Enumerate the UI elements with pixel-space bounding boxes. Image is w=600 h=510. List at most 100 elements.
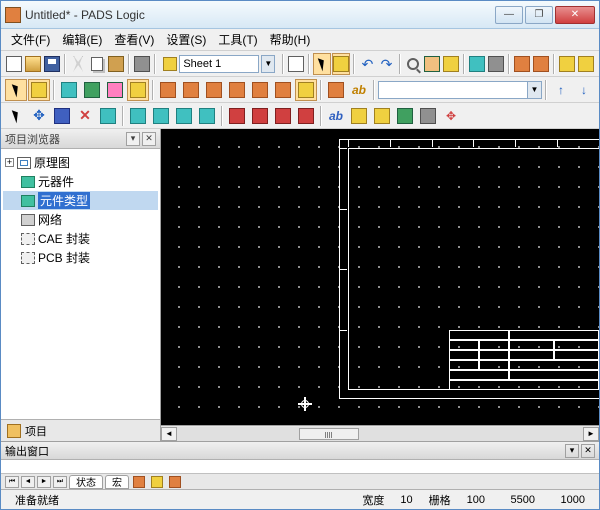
edit-button[interactable] (97, 105, 119, 127)
add-pin-button[interactable] (104, 79, 126, 101)
save-button[interactable] (43, 53, 61, 75)
output-menu-button[interactable]: ▾ (565, 444, 579, 458)
output-tool2-icon[interactable] (151, 476, 163, 488)
scroll-right-button[interactable]: ► (583, 427, 599, 441)
menu-tools[interactable]: 工具(T) (212, 29, 263, 50)
zoom-button[interactable] (404, 53, 422, 75)
check-button[interactable] (371, 105, 393, 127)
tab-nav-first[interactable]: ⏮ (5, 476, 19, 488)
scroll-thumb[interactable] (299, 428, 359, 440)
highlight-tool-button[interactable] (332, 53, 350, 75)
swap-button[interactable] (348, 105, 370, 127)
sidebar-tab-project[interactable]: 项目 (1, 419, 160, 441)
refresh-button[interactable] (394, 105, 416, 127)
open-button[interactable] (24, 53, 42, 75)
object-dropdown-button[interactable]: ▼ (527, 82, 541, 98)
scroll-left-button[interactable]: ◄ (161, 427, 177, 441)
filter-button[interactable] (28, 79, 50, 101)
tree-item-0[interactable]: +原理图 (3, 153, 158, 172)
menu-file[interactable]: 文件(F) (5, 29, 56, 50)
sheet-dropdown-button[interactable]: ▼ (261, 55, 275, 73)
output-body[interactable] (1, 460, 599, 473)
export-button[interactable] (558, 53, 576, 75)
tree-item-icon (21, 252, 35, 264)
properties-button[interactable] (287, 53, 305, 75)
duplicate-button[interactable] (51, 105, 73, 127)
maximize-button[interactable]: ❐ (525, 6, 553, 24)
add-connector-button[interactable] (81, 79, 103, 101)
print-button[interactable] (133, 53, 151, 75)
net-edit1-button[interactable] (226, 105, 248, 127)
output-tab-macro[interactable]: 宏 (105, 475, 129, 489)
report-button[interactable] (487, 53, 505, 75)
library-button[interactable] (468, 53, 486, 75)
tree-item-4[interactable]: CAE 封装 (3, 229, 158, 248)
tab-nav-last[interactable]: ⏭ (53, 476, 67, 488)
comp-edit2-button[interactable] (150, 105, 172, 127)
output-close-button[interactable]: ✕ (581, 444, 595, 458)
tree-item-2[interactable]: 元件类型 (3, 191, 158, 210)
tree-item-5[interactable]: PCB 封装 (3, 248, 158, 267)
tree-expander[interactable]: + (5, 158, 14, 167)
copy-button[interactable] (88, 53, 106, 75)
panel-menu-button[interactable]: ▾ (126, 132, 140, 146)
tab-nav-prev[interactable]: ◄ (21, 476, 35, 488)
ruler-button[interactable] (442, 53, 460, 75)
output-tab-status[interactable]: 状态 (69, 475, 103, 489)
menu-help[interactable]: 帮助(H) (264, 29, 317, 50)
new-button[interactable] (5, 53, 23, 75)
tree-item-1[interactable]: 元器件 (3, 172, 158, 191)
offpage-button[interactable] (295, 79, 317, 101)
menu-view[interactable]: 查看(V) (108, 29, 160, 50)
net-edit3-button[interactable] (272, 105, 294, 127)
arrow-button[interactable] (5, 105, 27, 127)
board-button[interactable] (513, 53, 531, 75)
net-edit2-button[interactable] (249, 105, 271, 127)
scroll-track[interactable] (177, 427, 583, 441)
menu-settings[interactable]: 设置(S) (160, 29, 212, 50)
line-button[interactable] (325, 79, 347, 101)
comp-edit1-button[interactable] (127, 105, 149, 127)
tab-nav-next[interactable]: ► (37, 476, 51, 488)
add-part-button[interactable] (58, 79, 80, 101)
close-button[interactable]: ✕ (555, 6, 595, 24)
nav-up-button[interactable]: ↑ (550, 79, 572, 101)
center-button[interactable]: ✥ (440, 105, 462, 127)
import-button[interactable] (577, 53, 595, 75)
power-button[interactable] (272, 79, 294, 101)
panel-close-button[interactable]: ✕ (142, 132, 156, 146)
select-tool-button[interactable] (313, 53, 331, 75)
tree-item-3[interactable]: 网络 (3, 210, 158, 229)
eraser-button[interactable] (423, 53, 441, 75)
output-tool3-icon[interactable] (169, 476, 181, 488)
pointer-tool-button[interactable] (5, 79, 27, 101)
settings-button[interactable] (417, 105, 439, 127)
ground-button[interactable] (249, 79, 271, 101)
sheet-input[interactable] (179, 55, 259, 73)
net-edit4-button[interactable] (295, 105, 317, 127)
cut-button[interactable] (69, 53, 87, 75)
paste-button[interactable] (107, 53, 125, 75)
object-combo[interactable]: ▼ (378, 81, 542, 99)
text-button[interactable]: ab (348, 79, 370, 101)
netlist-button[interactable] (532, 53, 550, 75)
wire-button[interactable] (157, 79, 179, 101)
project-tree[interactable]: +原理图元器件元件类型网络CAE 封装PCB 封装 (1, 149, 160, 419)
comp-edit3-button[interactable] (173, 105, 195, 127)
attr-button[interactable]: ab (325, 105, 347, 127)
nav-down-button[interactable]: ↓ (573, 79, 595, 101)
delete-button[interactable]: ✕ (74, 105, 96, 127)
menu-edit[interactable]: 编辑(E) (56, 29, 108, 50)
sheet-button[interactable] (127, 79, 149, 101)
redo-button[interactable]: ↷ (378, 53, 396, 75)
output-tool1-icon[interactable] (133, 476, 145, 488)
minimize-button[interactable]: — (495, 6, 523, 24)
undo-button[interactable]: ↶ (358, 53, 376, 75)
center-cross-icon: ✥ (446, 109, 456, 123)
junction-button[interactable] (203, 79, 225, 101)
schematic-canvas[interactable] (161, 129, 599, 425)
move-button[interactable]: ✥ (28, 105, 50, 127)
port-button[interactable] (226, 79, 248, 101)
comp-edit4-button[interactable] (196, 105, 218, 127)
bus-button[interactable] (180, 79, 202, 101)
